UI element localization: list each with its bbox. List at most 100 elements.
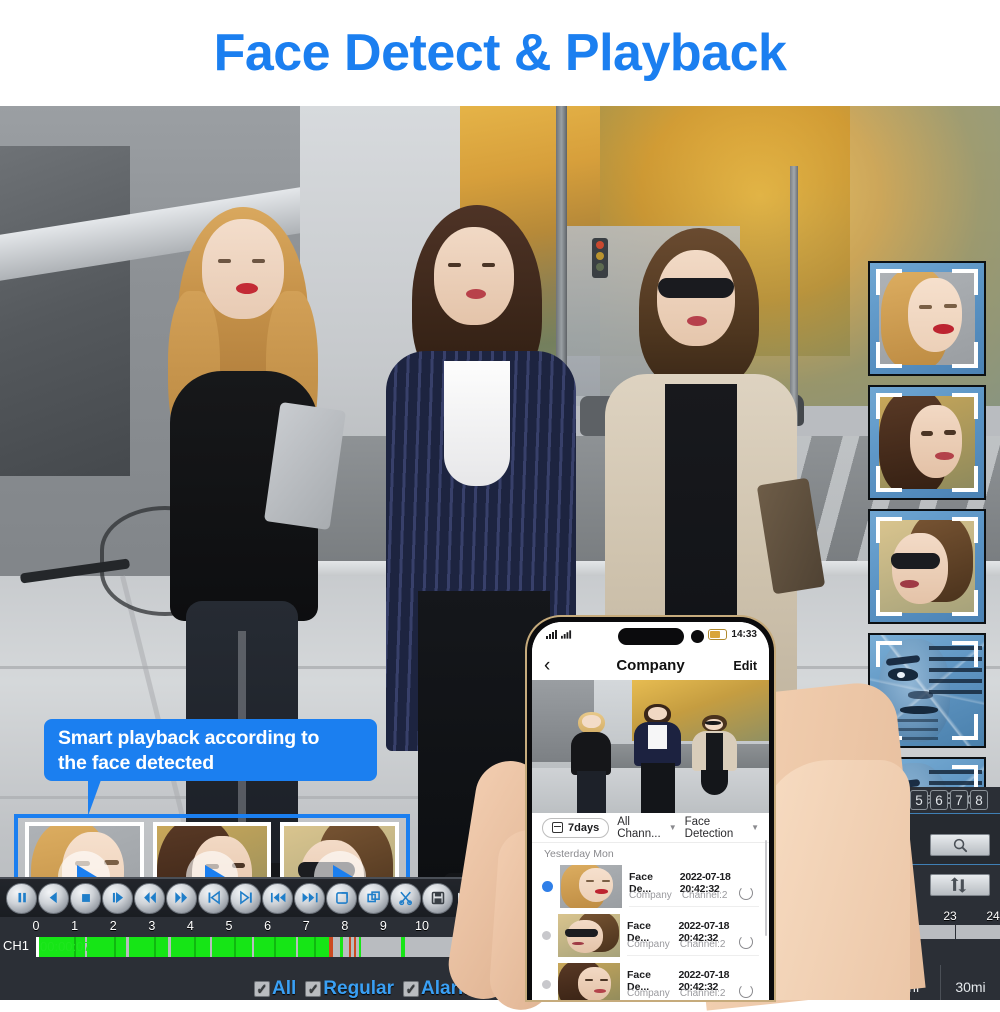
edit-button[interactable]: Edit — [733, 659, 757, 673]
checkbox-icon[interactable]: ✓ — [305, 981, 322, 997]
record-type-checkbox[interactable]: ✓ Alarm — [403, 978, 475, 1000]
checkbox-icon[interactable]: ✓ — [483, 981, 500, 997]
search-button[interactable] — [930, 834, 990, 856]
record-type-checkbox[interactable]: ✓ All — [254, 978, 296, 1000]
stop-button[interactable] — [70, 882, 101, 914]
phone-filter-bar: 7days All Chann... ▼ Face Detection ▼ — [532, 813, 769, 843]
event-thumbnail[interactable] — [558, 914, 620, 957]
callout-line-1: Smart playback according to — [58, 727, 320, 749]
dvr-ruler-tick: 9 — [379, 919, 387, 933]
fast-forward-button[interactable] — [166, 882, 197, 914]
refresh-icon[interactable] — [739, 984, 753, 998]
channel-filter-dropdown[interactable]: All Chann... ▼ — [617, 816, 676, 840]
face-thumbnail-1[interactable] — [868, 261, 986, 376]
next-file-button[interactable] — [294, 882, 325, 914]
front-camera — [690, 630, 704, 643]
multi-window-button[interactable] — [358, 882, 389, 914]
signal-bars-icon — [546, 630, 572, 639]
battery-icon — [708, 629, 728, 640]
sync-button[interactable] — [930, 874, 990, 896]
dvr-record-bar[interactable]: 00:00:07 — [36, 937, 500, 957]
channel-button-6[interactable]: 6 — [930, 790, 948, 810]
dvr-timeline-track[interactable]: CH1 00:00:07 — [0, 937, 500, 957]
chevron-left-icon[interactable]: ‹ — [544, 655, 550, 677]
zoom-level-30mi[interactable]: 30mi — [940, 965, 1000, 1000]
play-button[interactable] — [102, 882, 133, 914]
checkbox-icon[interactable]: ✓ — [254, 981, 270, 997]
event-thumbnail[interactable] — [560, 865, 622, 908]
event-group: Company — [627, 988, 670, 999]
smartphone-device: 14:33 ‹ Company Edit 7days All Chann... … — [527, 617, 774, 1000]
thumb — [760, 760, 910, 1000]
previous-file-button[interactable] — [262, 882, 293, 914]
sync-arrows-icon — [950, 876, 967, 893]
full-screen-button[interactable] — [326, 882, 357, 914]
floppy-icon — [431, 891, 444, 905]
next-frame-button[interactable] — [230, 882, 261, 914]
event-unread-dot — [542, 881, 553, 892]
event-group: Company — [629, 890, 672, 901]
sunglasses — [658, 278, 734, 298]
record-type-checkbox[interactable]: ✓ Ma — [483, 978, 528, 1000]
callout-bubble: Smart playback according to the face det… — [44, 719, 377, 781]
dynamic-island — [617, 628, 684, 645]
chevron-down-icon: ▼ — [751, 823, 759, 832]
magnifier-icon — [953, 838, 967, 852]
stop-icon — [81, 894, 90, 902]
title-banner: Face Detect & Playback — [0, 0, 1000, 106]
dvr-ruler-tick: 0 — [32, 919, 40, 933]
nav-title: Company — [616, 657, 685, 674]
event-unread-dot — [542, 980, 551, 989]
event-unread-dot — [542, 931, 551, 940]
skip-fwd-icon — [302, 892, 318, 903]
refresh-icon[interactable] — [739, 886, 753, 900]
refresh-icon[interactable] — [739, 935, 753, 949]
dvr-timeline-ruler: 0 1 2 3 4 5 6 7 8 9 10 11 — [0, 919, 500, 937]
dvr-ruler-tick: 3 — [148, 919, 156, 933]
dvr-timecode: 00:00:07 — [40, 939, 91, 954]
cpb-ruler-tick: 24 — [986, 909, 1000, 923]
play-reverse-button[interactable] — [38, 882, 69, 914]
phone-video-preview[interactable] — [532, 680, 769, 813]
dvr-ruler-tick: 4 — [186, 919, 194, 933]
dvr-ruler-tick: 5 — [225, 919, 233, 933]
face-thumbnail-2[interactable] — [868, 385, 986, 500]
record-type-checkbox[interactable]: ✓ Regular — [305, 978, 394, 1000]
event-info: Face De... 2022-07-18 20:42:32 Company Chan… — [627, 964, 759, 1000]
dvr-ruler-tick: 6 — [264, 919, 272, 933]
event-channel: Channel:2 — [679, 939, 726, 950]
rewind-icon — [143, 892, 156, 904]
next-frame-icon — [239, 890, 252, 905]
channel-button-8[interactable]: 8 — [970, 790, 988, 810]
play-arrow-icon[interactable]: ▶ — [458, 888, 470, 908]
face-thumbnail-3[interactable] — [868, 509, 986, 624]
clip-button[interactable] — [390, 882, 421, 914]
channel-button-7[interactable]: 7 — [950, 790, 968, 810]
play-left-icon — [49, 892, 57, 904]
channel-filter-label: All Chann... — [617, 815, 661, 840]
pause-button[interactable] — [6, 882, 37, 914]
event-thumbnail[interactable] — [558, 963, 620, 1000]
event-type-filter-dropdown[interactable]: Face Detection ▼ — [685, 816, 759, 840]
event-list-item[interactable]: Face De... 2022-07-18 20:42:32 Company Chan… — [532, 862, 769, 911]
date-range-label: 7days — [568, 821, 600, 834]
event-list-item[interactable]: Face De... 2022-07-18 20:42:32 Company Chan… — [532, 960, 769, 1000]
page-title: Face Detect & Playback — [213, 24, 787, 82]
date-range-selector[interactable]: 7days — [542, 817, 610, 838]
dvr-playhead[interactable] — [36, 937, 39, 957]
dvr-ruler-tick: 1 — [71, 919, 79, 933]
checkbox-icon[interactable]: ✓ — [403, 981, 420, 997]
checkbox-label: Regular — [323, 978, 395, 999]
left-building-recess — [0, 146, 130, 476]
save-button[interactable] — [422, 882, 453, 914]
list-scrollbar[interactable] — [765, 840, 767, 936]
channel-button-5[interactable]: 5 — [910, 790, 928, 810]
pause-icon — [17, 892, 26, 903]
dvr-ruler-tick: 11 — [454, 919, 468, 933]
dvr-ruler-tick: 7 — [302, 919, 310, 933]
event-list-item[interactable]: Face De... 2022-07-18 20:42:32 Company Chan… — [532, 911, 769, 960]
previous-frame-button[interactable] — [198, 882, 229, 914]
dvr-ruler-tick: 2 — [109, 919, 117, 933]
checkbox-label: Alarm — [421, 978, 475, 999]
rewind-button[interactable] — [134, 882, 165, 914]
